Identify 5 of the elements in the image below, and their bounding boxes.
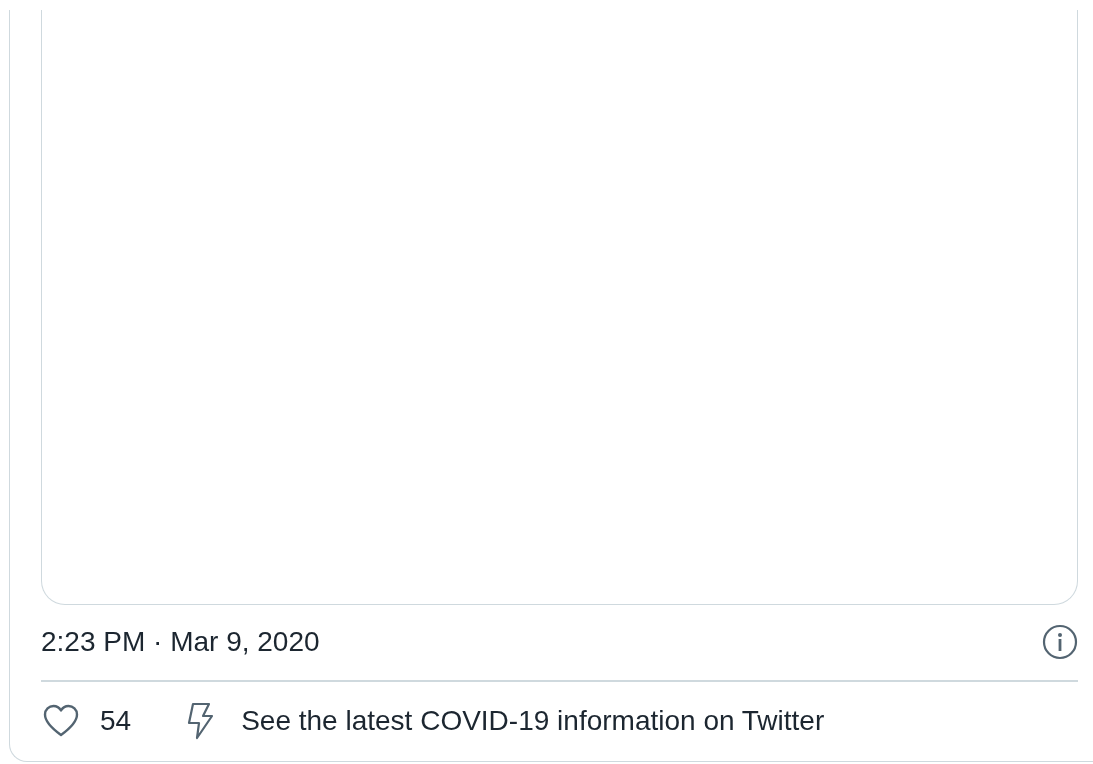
like-count: 54 (100, 705, 132, 738)
lightning-icon (185, 702, 216, 741)
info-icon[interactable] (1042, 624, 1078, 661)
timestamp: 2:23 PM · Mar 9, 2020 (41, 626, 320, 659)
covid-info-link[interactable]: See the latest COVID-19 information on Twitter (241, 705, 825, 738)
